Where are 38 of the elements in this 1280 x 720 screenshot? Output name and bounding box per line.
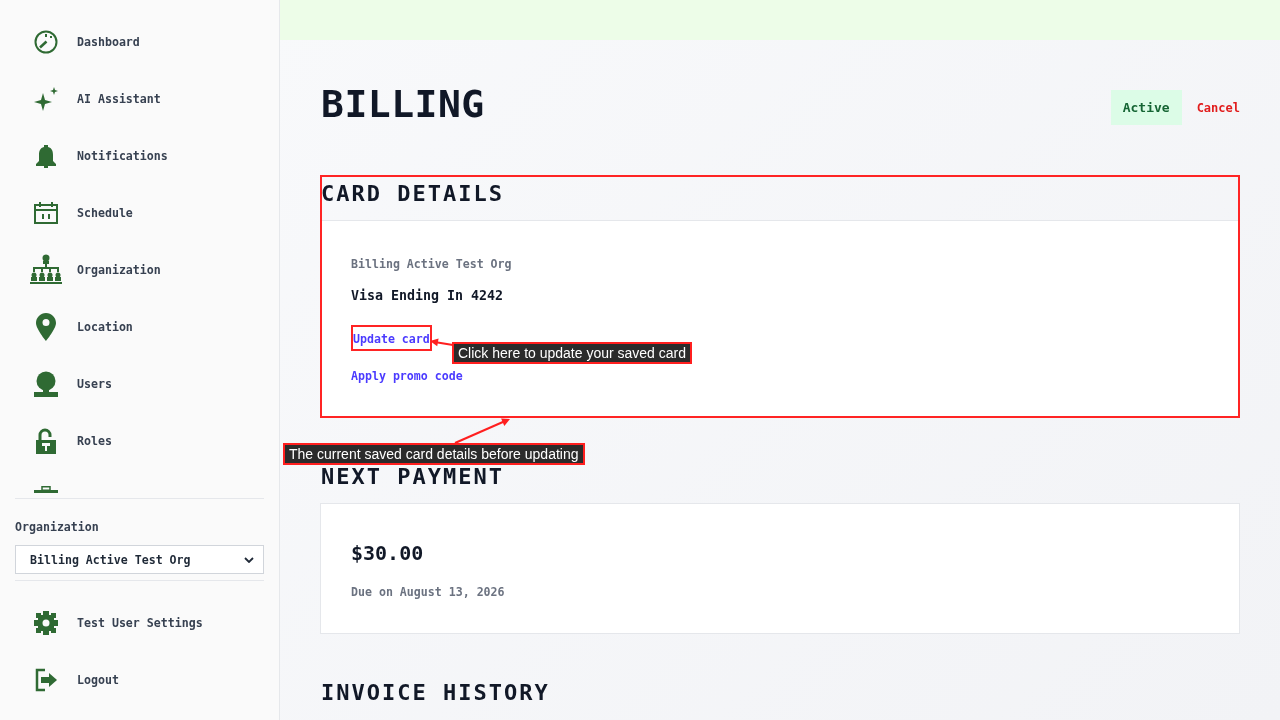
page-title: BILLING [320, 82, 485, 126]
card-description: Visa Ending In 4242 [351, 287, 504, 305]
field-label: Organization [15, 519, 99, 535]
nav-item[interactable]: Test User Settings [30, 607, 203, 639]
organization-select[interactable]: Billing Active Test Org [15, 545, 264, 574]
section-title: CARD DETAILS [321, 181, 504, 207]
nav-item[interactable]: Dashboard [30, 26, 140, 58]
nav-item[interactable]: Location [30, 311, 133, 343]
status-badge: Active [1110, 90, 1182, 125]
annotation-callout: The current saved card details before updating [283, 443, 585, 465]
nav-item[interactable]: Schedule [30, 197, 133, 229]
org-chart-icon [30, 254, 62, 286]
sparkle-icon [34, 87, 58, 111]
user-icon [34, 371, 58, 397]
section-title: NEXT PAYMENT [321, 464, 504, 490]
nav-item[interactable]: Organization [30, 254, 161, 286]
nav-item[interactable]: Roles [30, 425, 112, 457]
nav-item[interactable]: Users [30, 368, 112, 400]
cancel-link[interactable]: Cancel [1196, 100, 1240, 115]
text-link[interactable]: Apply promo code [351, 368, 463, 384]
map-pin-icon [36, 313, 56, 341]
nav-item[interactable]: Notifications [30, 140, 168, 172]
padlock-icon [36, 428, 56, 454]
nav-item[interactable]: AI Assistant [30, 83, 161, 115]
briefcase-icon [34, 486, 58, 493]
section-title: INVOICE HISTORY [321, 680, 550, 706]
chevron-down-icon [244, 556, 254, 563]
exit-arrow-icon [34, 668, 58, 692]
payment-amount: $30.00 [351, 540, 424, 566]
annotation-callout: Click here to update your saved card [452, 342, 692, 364]
gauge-icon [34, 30, 58, 54]
nav-item[interactable]: Logout [30, 664, 119, 696]
settings-icon [34, 611, 58, 635]
text-link[interactable]: Update card [353, 331, 430, 347]
bell-icon [34, 144, 58, 168]
calendar-icon [34, 202, 58, 224]
due-date: Due on August 13, 2026 [351, 584, 505, 600]
organization-name: Billing Active Test Org [351, 256, 512, 272]
